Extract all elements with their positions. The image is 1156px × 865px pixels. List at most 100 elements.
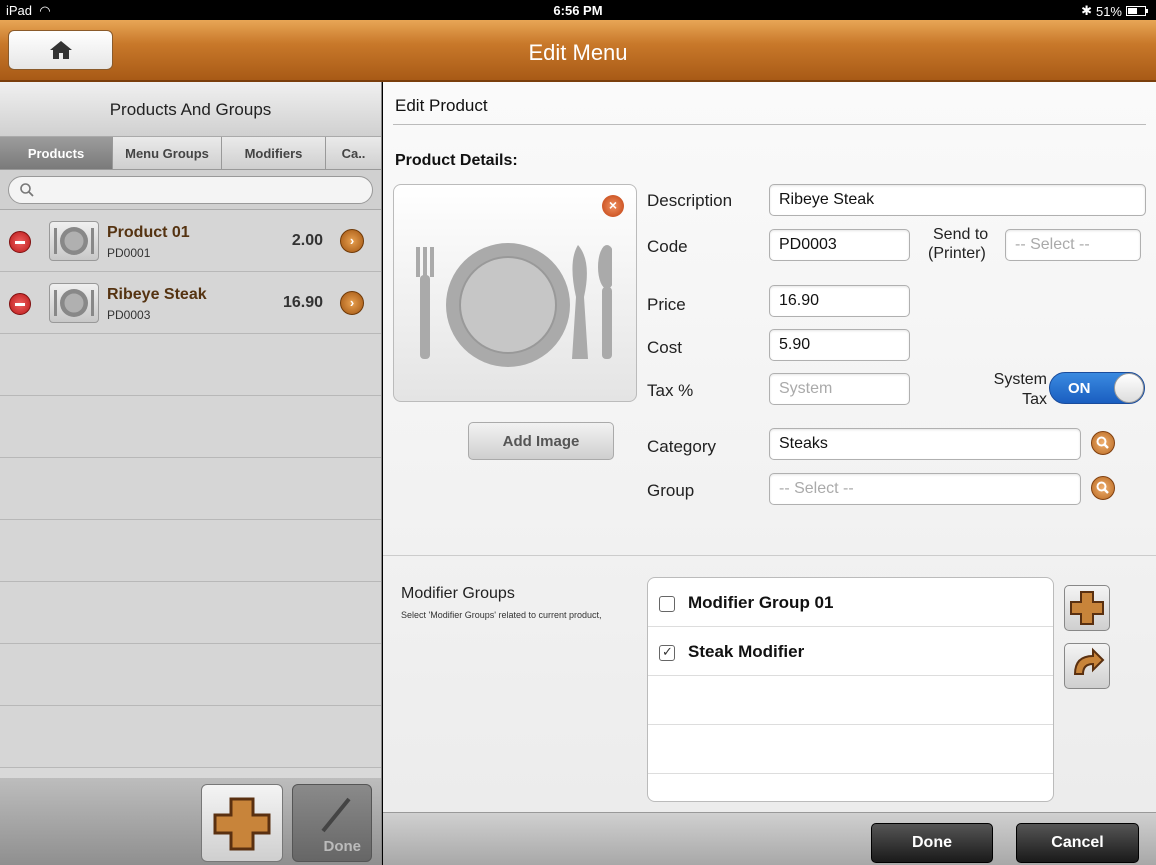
done-button[interactable]: Done: [871, 823, 993, 863]
bluetooth-icon: ✱: [1081, 3, 1092, 18]
empty-row: [648, 676, 1053, 725]
add-image-button[interactable]: Add Image: [468, 422, 614, 460]
product-thumbnail: [49, 221, 99, 261]
checkbox[interactable]: [659, 596, 675, 612]
empty-row: [648, 725, 1053, 774]
plate-icon: [416, 243, 612, 367]
product-thumbnail: [49, 283, 99, 323]
code-field[interactable]: PD0003: [769, 229, 910, 261]
product-price: 2.00: [291, 232, 323, 249]
group-field[interactable]: -- Select --: [769, 473, 1081, 505]
pencil-icon: [321, 797, 351, 833]
tax-field[interactable]: System: [769, 373, 910, 405]
empty-row: [0, 458, 381, 520]
product-code: PD0001: [107, 246, 151, 260]
add-modifier-group-button[interactable]: [1064, 585, 1110, 631]
tab-products[interactable]: Products: [0, 137, 113, 169]
list-item[interactable]: Product 01 PD0001 2.00 ›: [0, 210, 381, 272]
battery-icon: [1126, 6, 1148, 16]
empty-row: [0, 582, 381, 644]
status-bar: iPad ◠ 6:56 PM ✱ 51%: [0, 0, 1156, 20]
cost-label: Cost: [647, 338, 682, 357]
refresh-icon: [1073, 647, 1105, 675]
delete-icon[interactable]: [9, 293, 31, 315]
tab-menu-groups[interactable]: Menu Groups: [113, 137, 222, 169]
code-label: Code: [647, 237, 688, 256]
system-tax-label: System Tax: [979, 370, 1047, 410]
send-to-text: Send to: [933, 226, 989, 243]
cost-field[interactable]: 5.90: [769, 329, 910, 361]
nav-bar: Edit Menu: [0, 20, 1156, 82]
list-item[interactable]: Modifier Group 01: [648, 578, 1053, 627]
empty-row: [0, 644, 381, 706]
product-image[interactable]: ×: [393, 184, 637, 402]
category-label: Category: [647, 437, 716, 456]
tab-modifiers[interactable]: Modifiers: [222, 137, 326, 169]
search-icon: [20, 183, 34, 197]
plate-icon: [54, 289, 94, 317]
tab-bar: Products Menu Groups Modifiers Ca..: [0, 136, 381, 170]
system-tax-toggle[interactable]: ON: [1049, 372, 1145, 404]
product-name: Product 01: [107, 224, 190, 241]
plus-icon: [1070, 591, 1104, 625]
category-field[interactable]: Steaks: [769, 428, 1081, 460]
list-item[interactable]: Steak Modifier: [648, 627, 1053, 676]
send-to-label: Send to (Printer): [928, 225, 988, 263]
search-input[interactable]: [8, 176, 373, 204]
tax-label: Tax %: [647, 381, 694, 400]
modifier-group-label: Steak Modifier: [688, 642, 805, 661]
tax-text: Tax: [1022, 391, 1047, 408]
bottom-toolbar: Done Cancel: [383, 812, 1156, 865]
chevron-right-icon[interactable]: ›: [340, 229, 364, 253]
empty-row: [0, 334, 381, 396]
divider: [383, 555, 1156, 556]
remove-image-icon[interactable]: ×: [602, 195, 624, 217]
modifier-group-label: Modifier Group 01: [688, 593, 834, 612]
modifier-group-list: Modifier Group 01 Steak Modifier: [647, 577, 1054, 802]
refresh-modifier-groups-button[interactable]: [1064, 643, 1110, 689]
edit-product-panel: Edit Product Product Details: × Add Imag…: [383, 82, 1156, 865]
modifier-groups-title: Modifier Groups: [401, 585, 515, 602]
tab-categories[interactable]: Ca..: [326, 137, 381, 169]
toggle-knob[interactable]: [1114, 373, 1144, 403]
description-field[interactable]: Ribeye Steak: [769, 184, 1146, 216]
battery-area: ✱ 51%: [1081, 3, 1148, 19]
products-panel: Products And Groups Products Menu Groups…: [0, 82, 382, 865]
product-name: Ribeye Steak: [107, 286, 207, 303]
add-product-button[interactable]: [201, 784, 283, 862]
price-field[interactable]: 16.90: [769, 285, 910, 317]
printer-select[interactable]: -- Select --: [1005, 229, 1141, 261]
status-time: 6:56 PM: [553, 3, 603, 18]
category-search-icon[interactable]: [1091, 431, 1115, 455]
chevron-right-icon[interactable]: ›: [340, 291, 364, 315]
divider: [393, 124, 1146, 125]
panel-title: Products And Groups: [0, 82, 381, 136]
plus-icon: [213, 797, 271, 851]
panel-footer: Done: [0, 778, 381, 865]
cancel-button[interactable]: Cancel: [1016, 823, 1139, 863]
product-details-heading: Product Details:: [395, 152, 518, 169]
page-title: Edit Menu: [528, 40, 628, 65]
done-edit-button[interactable]: Done: [292, 784, 372, 862]
group-search-icon[interactable]: [1091, 476, 1115, 500]
empty-row: [0, 706, 381, 768]
empty-row: [0, 396, 381, 458]
plate-icon: [54, 227, 94, 255]
system-tax-text: System: [993, 371, 1047, 388]
modifier-groups-description: Select 'Modifier Groups' related to curr…: [401, 610, 602, 620]
list-item[interactable]: Ribeye Steak PD0003 16.90 ›: [0, 272, 381, 334]
battery-percent: 51%: [1095, 3, 1122, 19]
empty-row: [0, 520, 381, 582]
checkbox[interactable]: [659, 644, 675, 661]
product-price: 16.90: [282, 294, 323, 311]
edit-product-title: Edit Product: [395, 96, 488, 115]
description-label: Description: [647, 191, 733, 210]
done-label: Done: [323, 838, 362, 855]
printer-text: (Printer): [928, 245, 986, 262]
toggle-on-label: ON: [1068, 380, 1091, 397]
price-label: Price: [647, 295, 686, 314]
delete-icon[interactable]: [9, 231, 31, 253]
product-code: PD0003: [107, 308, 151, 322]
product-list: Product 01 PD0001 2.00 › Ribeye Steak PD…: [0, 210, 381, 768]
group-label: Group: [647, 481, 695, 500]
